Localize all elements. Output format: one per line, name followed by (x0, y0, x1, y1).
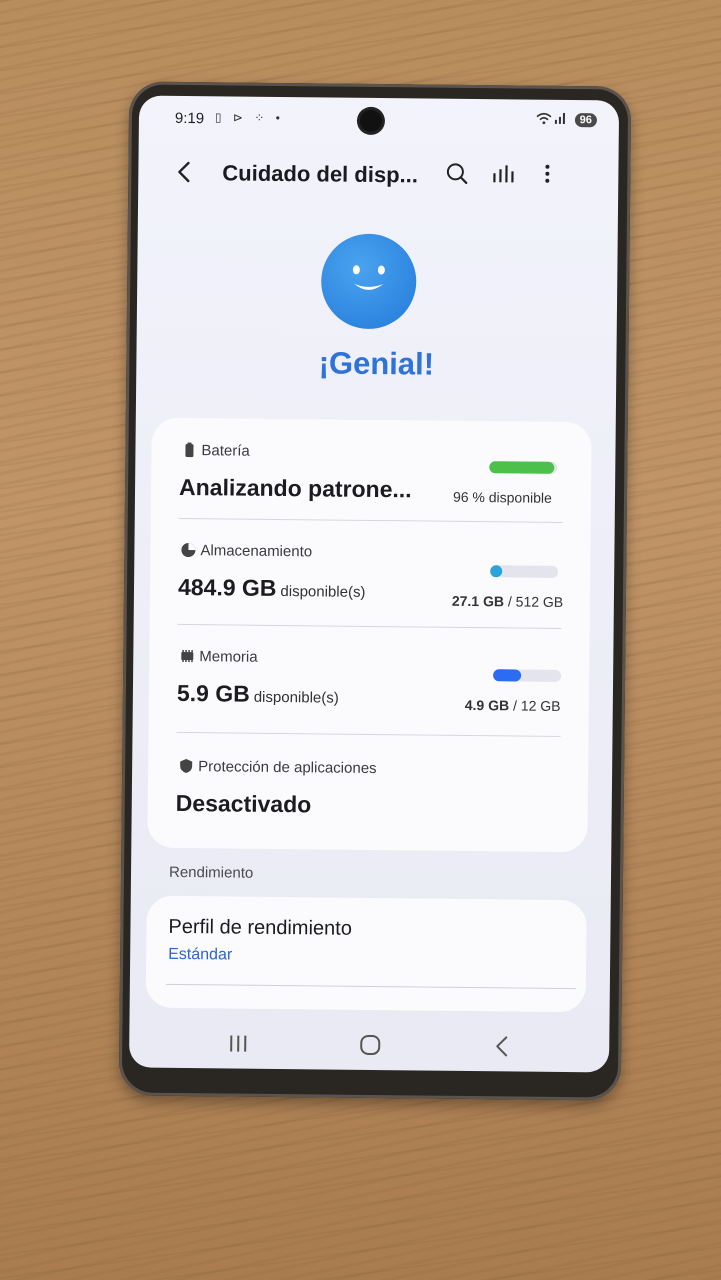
battery-status: Analizando patrone... (178, 473, 412, 503)
memory-available-value: 5.9 GB (176, 679, 250, 707)
back-nav-icon[interactable] (487, 1033, 517, 1059)
divider (165, 983, 576, 990)
navigation-bar (129, 1015, 610, 1072)
app-protection-label: Protección de aplicaciones (198, 758, 377, 778)
memory-bar (493, 669, 562, 682)
battery-level-badge: 96 (574, 112, 598, 127)
storage-row[interactable]: Almacenamiento 484.9 GB disponible(s) 27.… (150, 520, 591, 629)
status-time: 9:19 (174, 109, 205, 128)
memory-usage: 4.9 GB / 12 GB (465, 697, 561, 714)
app-protection-status: Desactivado (175, 789, 312, 818)
signal-icon (535, 111, 569, 128)
smiley-face-icon (320, 233, 417, 330)
memory-row[interactable]: Memoria 5.9 GB disponible(s) 4.9 GB / 12 … (149, 626, 590, 737)
stats-icon[interactable] (488, 159, 518, 189)
storage-bar (490, 565, 559, 578)
home-icon[interactable] (355, 1032, 385, 1058)
memory-suffix: disponible(s) (253, 688, 339, 707)
back-arrow-icon[interactable] (172, 158, 198, 186)
storage-used: 27.1 GB (451, 592, 505, 610)
shield-icon (178, 758, 194, 774)
battery-label: Batería (201, 442, 250, 460)
app-bar: Cuidado del disp... (138, 148, 618, 203)
status-bar: 9:19 ▯ ⊳ ⁘ • 96 (139, 96, 619, 135)
phone-device: 9:19 ▯ ⊳ ⁘ • 96 Cuidado del disp... ¡Gen… (118, 81, 632, 1101)
memory-chip-icon (179, 648, 195, 664)
memory-used: 4.9 GB (464, 696, 510, 714)
storage-available-value: 484.9 GB (177, 573, 277, 601)
battery-row[interactable]: Batería Analizando patrone... 96 % dispo… (151, 418, 592, 523)
memory-total: / 12 GB (512, 697, 561, 714)
battery-available: 96 % disponible (452, 488, 552, 506)
storage-bar-fill (490, 565, 503, 578)
screen: 9:19 ▯ ⊳ ⁘ • 96 Cuidado del disp... ¡Gen… (128, 95, 620, 1073)
storage-label: Almacenamiento (200, 542, 313, 561)
storage-available: 484.9 GB disponible(s) (178, 574, 366, 603)
storage-total: / 512 GB (507, 593, 564, 610)
performance-profile-title: Perfil de rendimiento (168, 915, 353, 940)
performance-card[interactable]: Perfil de rendimiento Estándar (145, 895, 587, 1013)
storage-usage: 27.1 GB / 512 GB (452, 593, 563, 610)
memory-available: 5.9 GB disponible(s) (177, 680, 339, 709)
status-right: 96 (535, 111, 598, 129)
app-protection-row[interactable]: Protección de aplicaciones Desactivado (147, 734, 588, 849)
memory-bar-fill (493, 669, 522, 682)
recent-apps-icon[interactable] (223, 1030, 253, 1056)
page-title: Cuidado del disp... (222, 160, 419, 188)
front-camera (359, 109, 383, 133)
storage-suffix: disponible(s) (280, 583, 366, 601)
device-care-card: Batería Analizando patrone... 96 % dispo… (147, 417, 592, 853)
status-headline: ¡Genial! (318, 345, 435, 382)
battery-bar-fill (489, 461, 555, 474)
search-icon[interactable] (442, 159, 472, 189)
notification-icons: ▯ ⊳ ⁘ • (214, 110, 284, 126)
performance-profile-value: Estándar (168, 945, 233, 964)
memory-label: Memoria (199, 648, 258, 666)
storage-pie-icon (180, 542, 196, 558)
battery-bar (489, 461, 558, 474)
section-header-performance: Rendimiento (168, 863, 254, 882)
more-vert-icon[interactable] (532, 160, 562, 190)
battery-icon (181, 442, 197, 458)
